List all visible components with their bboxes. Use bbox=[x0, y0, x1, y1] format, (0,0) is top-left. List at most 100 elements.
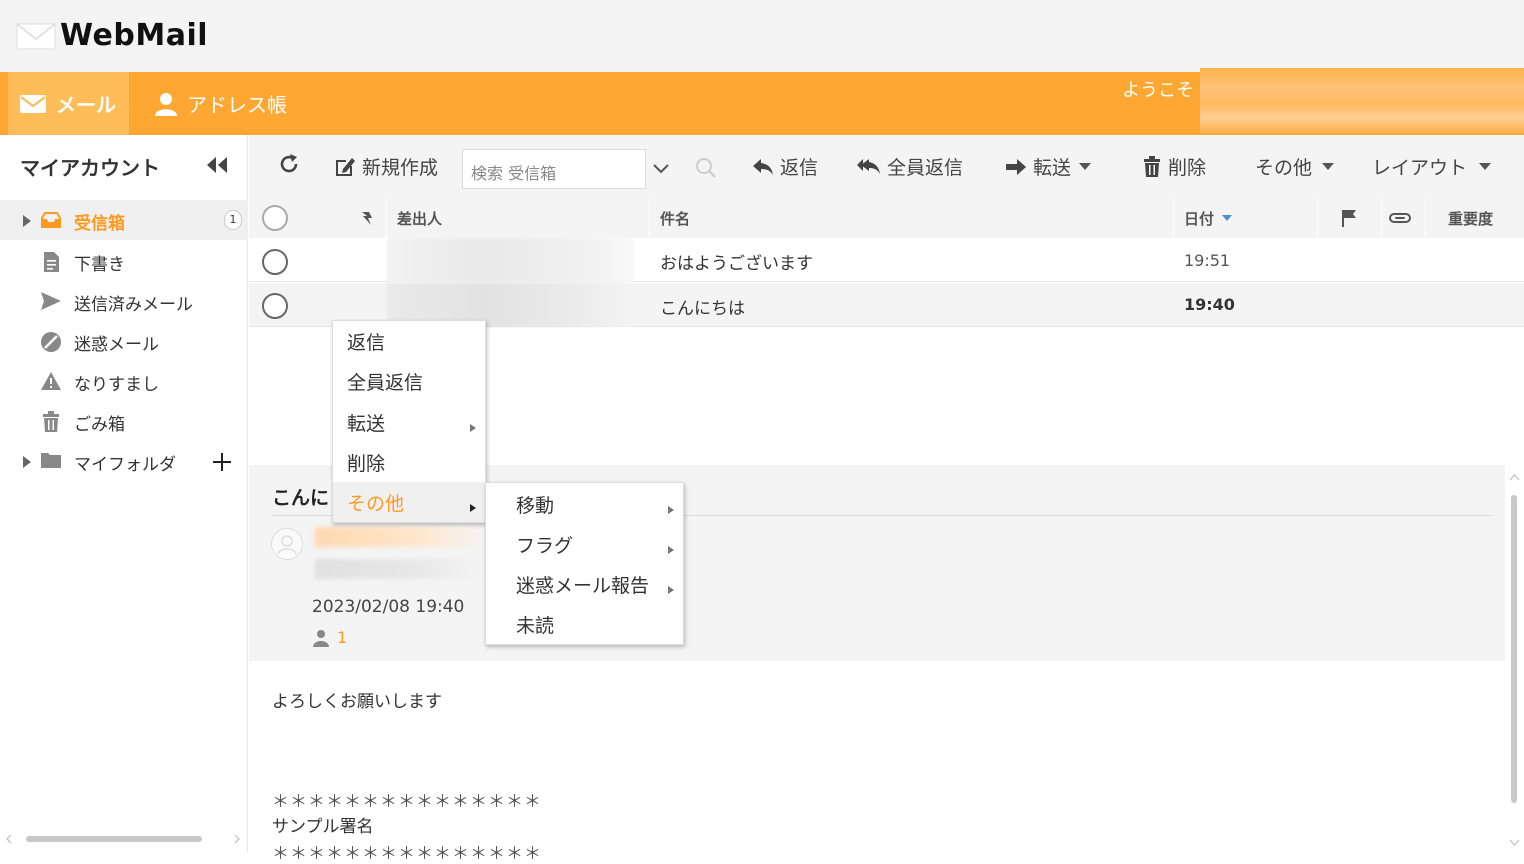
caret-down-icon bbox=[1322, 162, 1335, 171]
folder-drafts[interactable]: 下書き bbox=[0, 241, 248, 281]
row-select-checkbox[interactable] bbox=[262, 293, 288, 319]
logo[interactable]: WebMail bbox=[16, 18, 208, 53]
recipients[interactable]: 1 bbox=[313, 628, 347, 647]
folder-sent[interactable]: 送信済みメール bbox=[0, 281, 248, 321]
row-subject: おはようございます bbox=[660, 254, 813, 274]
more-submenu: 移動 フラグ 迷惑メール報告 未読 bbox=[485, 482, 684, 645]
reply-button[interactable]: 返信 bbox=[752, 153, 818, 180]
folder-label: 迷惑メール bbox=[74, 335, 159, 355]
submenu-arrow-icon bbox=[667, 498, 675, 520]
menu-item-label: その他 bbox=[347, 492, 405, 515]
column-from[interactable]: 差出人 bbox=[397, 198, 442, 238]
folder-sidebar: マイアカウント 受信箱 1 下書き 送信済みメール 迷惑メール なりすまし ごみ… bbox=[0, 135, 248, 852]
user-icon bbox=[155, 92, 177, 116]
body-line: ＊＊＊＊＊＊＊＊＊＊＊＊＊＊＊ bbox=[272, 792, 542, 812]
table-row[interactable]: おはようございます 19:51 bbox=[249, 238, 1524, 282]
recipient-count: 1 bbox=[337, 628, 348, 647]
submenu-arrow-icon bbox=[667, 538, 675, 560]
menu-item-label: 返信 bbox=[347, 331, 386, 354]
context-menu-delete[interactable]: 削除 bbox=[333, 442, 485, 482]
reply-icon bbox=[752, 157, 774, 177]
folder-label: 下書き bbox=[74, 255, 125, 275]
column-subject[interactable]: 件名 bbox=[660, 198, 690, 238]
context-menu-more[interactable]: その他 bbox=[333, 482, 485, 522]
submenu-flag[interactable]: フラグ bbox=[486, 524, 683, 564]
context-menu-reply-all[interactable]: 全員返信 bbox=[333, 361, 485, 401]
context-menu-forward[interactable]: 転送 bbox=[333, 402, 485, 442]
expand-arrow-icon[interactable] bbox=[22, 454, 32, 474]
attachment-column-icon[interactable] bbox=[1389, 198, 1411, 238]
message-list-header: 差出人 件名 日付 重要度 bbox=[249, 198, 1524, 238]
forward-button[interactable]: 転送 bbox=[1005, 153, 1097, 180]
more-label: その他 bbox=[1255, 157, 1313, 179]
row-subject: こんにちは bbox=[660, 299, 745, 319]
context-menu-reply[interactable]: 返信 bbox=[333, 321, 485, 361]
compose-button[interactable]: 新規作成 bbox=[334, 153, 438, 180]
folder-spam[interactable]: 迷惑メール bbox=[0, 321, 248, 361]
reply-label: 返信 bbox=[780, 157, 819, 179]
menu-item-label: 全員返信 bbox=[347, 371, 424, 394]
column-importance[interactable]: 重要度 bbox=[1448, 198, 1493, 238]
nav-address-book-label: アドレス帳 bbox=[187, 93, 287, 117]
reply-all-label: 全員返信 bbox=[887, 157, 964, 179]
menu-item-label: フラグ bbox=[516, 534, 574, 557]
submenu-report-spam[interactable]: 迷惑メール報告 bbox=[486, 564, 683, 604]
menu-item-label: 転送 bbox=[347, 412, 386, 435]
flag-column-icon[interactable] bbox=[1341, 198, 1357, 238]
expand-arrow-icon[interactable] bbox=[22, 213, 32, 233]
reply-all-button[interactable]: 全員返信 bbox=[857, 153, 963, 180]
column-date-label: 日付 bbox=[1184, 209, 1215, 228]
folder-phishing[interactable]: なりすまし bbox=[0, 361, 248, 401]
layout-label: レイアウト bbox=[1372, 157, 1468, 179]
row-select-checkbox[interactable] bbox=[262, 249, 288, 275]
search-icon[interactable] bbox=[695, 157, 717, 183]
submenu-move[interactable]: 移動 bbox=[486, 484, 683, 524]
nav-address-book-tab[interactable]: アドレス帳 bbox=[155, 72, 287, 135]
submenu-arrow-icon bbox=[667, 578, 675, 600]
avatar bbox=[271, 528, 303, 560]
layout-button[interactable]: レイアウト bbox=[1372, 153, 1497, 180]
account-header: マイアカウント bbox=[0, 135, 247, 197]
submenu-arrow-icon bbox=[469, 416, 477, 438]
folder-label: マイフォルダ bbox=[74, 455, 176, 475]
folder-label: ごみ箱 bbox=[74, 415, 125, 435]
reply-all-icon bbox=[857, 157, 881, 177]
collapse-sidebar-icon[interactable] bbox=[205, 155, 229, 179]
welcome-text: ようこそ bbox=[1122, 80, 1194, 101]
body-line: サンプル署名 bbox=[272, 817, 374, 837]
warning-icon bbox=[40, 371, 62, 391]
sidebar-horizontal-scrollbar[interactable] bbox=[6, 830, 242, 844]
context-menu: 返信 全員返信 転送 削除 その他 bbox=[332, 320, 486, 523]
select-all-checkbox[interactable] bbox=[262, 205, 288, 231]
refresh-button[interactable] bbox=[278, 153, 306, 175]
folder-label: 送信済みメール bbox=[74, 295, 193, 315]
more-button[interactable]: その他 bbox=[1255, 153, 1340, 180]
row-date: 19:51 bbox=[1184, 251, 1231, 270]
folder-inbox[interactable]: 受信箱 1 bbox=[0, 200, 248, 240]
sender-redacted bbox=[387, 238, 633, 282]
user-icon bbox=[313, 629, 329, 647]
folder-my-folders[interactable]: マイフォルダ bbox=[0, 441, 248, 481]
menu-item-label: 削除 bbox=[347, 452, 386, 475]
forward-label: 転送 bbox=[1033, 157, 1072, 179]
folder-label: 受信箱 bbox=[74, 214, 125, 234]
delete-button[interactable]: 削除 bbox=[1142, 153, 1206, 180]
chevron-down-icon bbox=[652, 160, 670, 179]
folder-icon bbox=[40, 451, 62, 471]
thread-sort-icon[interactable] bbox=[359, 198, 375, 238]
preview-subject: こんに bbox=[272, 487, 330, 509]
nav-mail-tab[interactable]: メール bbox=[8, 72, 129, 135]
caret-down-icon bbox=[1479, 162, 1492, 171]
folder-trash[interactable]: ごみ箱 bbox=[0, 401, 248, 441]
submenu-mark-unread[interactable]: 未読 bbox=[486, 604, 683, 644]
search-input[interactable]: 検索 受信箱 bbox=[462, 149, 646, 189]
inbox-icon bbox=[40, 210, 62, 230]
column-date[interactable]: 日付 bbox=[1184, 198, 1233, 238]
trash-icon bbox=[1142, 155, 1162, 178]
preview-vertical-scrollbar[interactable] bbox=[1505, 465, 1524, 852]
preview-date: 2023/02/08 19:40 bbox=[312, 597, 465, 617]
add-folder-icon[interactable] bbox=[212, 449, 232, 479]
search-scope-dropdown[interactable] bbox=[646, 149, 676, 189]
delete-label: 削除 bbox=[1168, 157, 1207, 179]
spam-icon bbox=[40, 331, 62, 352]
